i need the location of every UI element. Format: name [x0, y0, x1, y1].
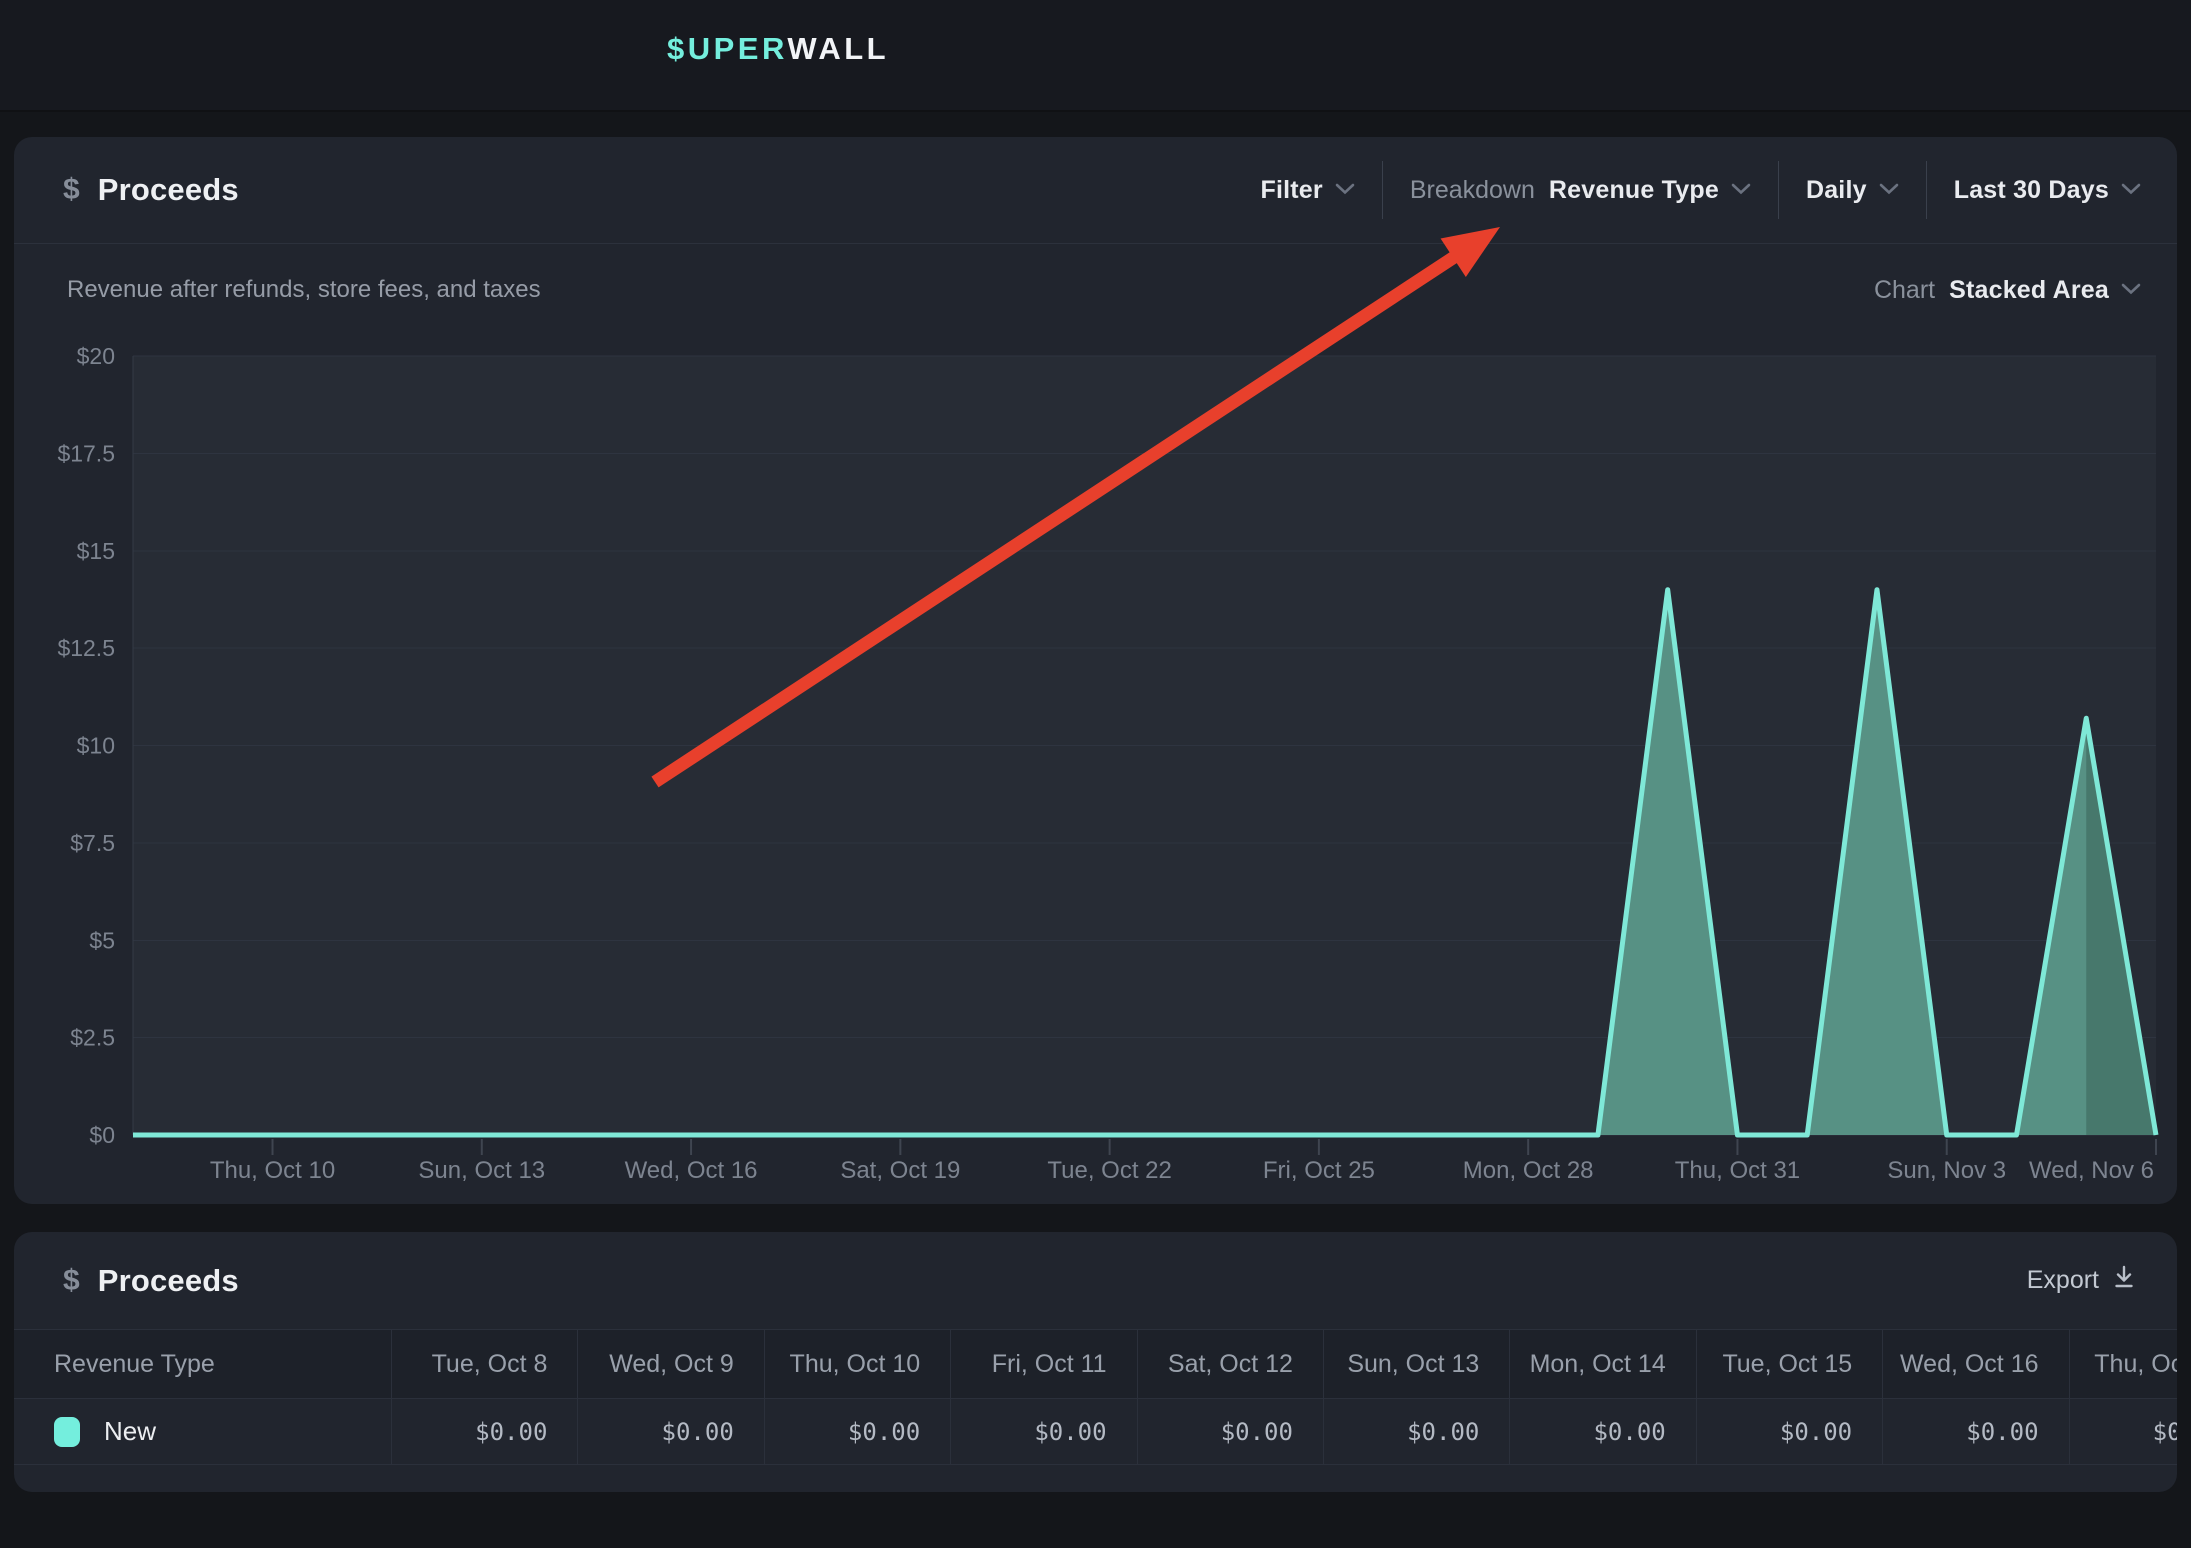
filter-bar-divider: [1778, 161, 1779, 219]
chart-subtitle: Revenue after refunds, store fees, and t…: [67, 276, 541, 304]
column-header-date: Tue, Oct 8: [391, 1330, 577, 1398]
chart-type-value: Stacked Area: [1949, 276, 2109, 305]
filter-bar-divider: [1382, 161, 1383, 219]
svg-text:$17.5: $17.5: [57, 440, 115, 466]
table-card-header: $ Proceeds Export: [14, 1232, 2177, 1329]
value-cell: $0.00: [577, 1399, 763, 1464]
column-header-date: Mon, Oct 14: [1509, 1330, 1695, 1398]
value-cell: $0.00: [1696, 1399, 1882, 1464]
chart-card-header: $ Proceeds Filter Breakdown Revenue Type: [14, 137, 2177, 244]
column-header-date: Sat, Oct 12: [1137, 1330, 1323, 1398]
value-cell: $0.00: [764, 1399, 950, 1464]
chart-area: $20 $17.5 $15 $12.5 $10 $7.5 $5 $2.5 $0 Thu, Oct …: [14, 322, 2177, 1204]
chart-type-label: Chart: [1874, 276, 1935, 305]
export-label: Export: [2027, 1266, 2099, 1295]
breakdown-value: Revenue Type: [1549, 176, 1719, 205]
proceeds-chart-card: $ Proceeds Filter Breakdown Revenue Type: [14, 137, 2177, 1204]
proceeds-table-card: $ Proceeds Export Revenue TypeTue, Oct 8…: [14, 1232, 2177, 1492]
proceeds-table: Revenue TypeTue, Oct 8Wed, Oct 9Thu, Oct…: [14, 1329, 2177, 1465]
value-cell: $0.00: [950, 1399, 1136, 1464]
table-row: New$0.00$0.00$0.00$0.00$0.00$0.00$0.00$0…: [14, 1398, 2177, 1465]
chevron-down-icon: [1731, 183, 1751, 198]
column-header-revenue-type: Revenue Type: [14, 1330, 391, 1398]
column-header-date: Wed, Oct 16: [1882, 1330, 2068, 1398]
chevron-down-icon: [1335, 183, 1355, 198]
value-cell: $0.00: [1137, 1399, 1323, 1464]
chevron-down-icon: [2121, 283, 2141, 298]
proceeds-stacked-area-chart[interactable]: $20 $17.5 $15 $12.5 $10 $7.5 $5 $2.5 $0 Thu, Oct …: [14, 322, 2177, 1204]
svg-text:$20: $20: [77, 343, 115, 369]
breakdown-label: Breakdown: [1410, 176, 1535, 205]
chart-subheader: Revenue after refunds, store fees, and t…: [14, 258, 2177, 322]
value-cell: $0.00: [2069, 1399, 2177, 1464]
table-card-title: Proceeds: [98, 1263, 239, 1299]
table-header-row: Revenue TypeTue, Oct 8Wed, Oct 9Thu, Oct…: [14, 1330, 2177, 1398]
download-icon: [2113, 1265, 2135, 1296]
row-label-cell: New: [14, 1399, 391, 1464]
svg-text:$10: $10: [77, 733, 115, 759]
filter-bar-divider: [1926, 161, 1927, 219]
value-cell: $0.00: [1509, 1399, 1695, 1464]
svg-text:Thu, Oct 31: Thu, Oct 31: [1675, 1157, 1800, 1184]
svg-text:Fri, Oct 25: Fri, Oct 25: [1263, 1157, 1375, 1184]
value-cell: $0.00: [1882, 1399, 2068, 1464]
svg-text:Wed, Nov 6: Wed, Nov 6: [2029, 1157, 2154, 1184]
x-axis-labels: Thu, Oct 10 Sun, Oct 13 Wed, Oct 16 Sat, Oc…: [210, 1139, 2156, 1184]
svg-text:Wed, Oct 16: Wed, Oct 16: [625, 1157, 758, 1184]
superwall-logo[interactable]: $UPERWALL: [667, 31, 889, 67]
chevron-down-icon: [1879, 183, 1899, 198]
svg-text:$0: $0: [89, 1122, 115, 1148]
svg-text:Sun, Oct 13: Sun, Oct 13: [418, 1157, 545, 1184]
logo-text-primary: $UPER: [667, 31, 787, 66]
svg-text:Mon, Oct 28: Mon, Oct 28: [1463, 1157, 1594, 1184]
column-header-date: Thu, Oct 10: [764, 1330, 950, 1398]
svg-text:Thu, Oct 10: Thu, Oct 10: [210, 1157, 335, 1184]
breakdown-dropdown[interactable]: Breakdown Revenue Type: [1410, 176, 1751, 205]
interval-value: Daily: [1806, 176, 1867, 205]
svg-text:Sat, Oct 19: Sat, Oct 19: [840, 1157, 960, 1184]
column-header-date: Sun, Oct 13: [1323, 1330, 1509, 1398]
column-header-date: Fri, Oct 11: [950, 1330, 1136, 1398]
value-cell: $0.00: [391, 1399, 577, 1464]
chevron-down-icon: [2121, 183, 2141, 198]
column-header-date: Wed, Oct 9: [577, 1330, 763, 1398]
svg-text:$2.5: $2.5: [70, 1025, 115, 1051]
svg-text:$15: $15: [77, 538, 115, 564]
chart-type-dropdown[interactable]: Chart Stacked Area: [1874, 276, 2141, 305]
dollar-icon: $: [63, 1264, 80, 1298]
interval-dropdown[interactable]: Daily: [1806, 176, 1899, 205]
filter-dropdown[interactable]: Filter: [1260, 176, 1354, 205]
top-navbar: $UPERWALL: [0, 0, 2191, 112]
dollar-icon: $: [63, 173, 80, 207]
export-button[interactable]: Export: [2021, 1264, 2141, 1297]
column-header-date: Thu, Oct 17: [2069, 1330, 2177, 1398]
svg-text:$7.5: $7.5: [70, 830, 115, 856]
svg-text:$12.5: $12.5: [57, 635, 115, 661]
row-label: New: [104, 1416, 156, 1447]
date-range-value: Last 30 Days: [1954, 176, 2109, 205]
svg-text:Tue, Oct 22: Tue, Oct 22: [1047, 1157, 1172, 1184]
logo-text-secondary: WALL: [787, 31, 889, 66]
chart-card-title: Proceeds: [98, 172, 239, 208]
chart-filter-bar: Filter Breakdown Revenue Type Daily: [1260, 161, 2141, 219]
y-axis-labels: $20 $17.5 $15 $12.5 $10 $7.5 $5 $2.5 $0: [57, 343, 115, 1148]
value-cell: $0.00: [1323, 1399, 1509, 1464]
filter-dropdown-label: Filter: [1260, 176, 1322, 205]
date-range-dropdown[interactable]: Last 30 Days: [1954, 176, 2141, 205]
column-header-date: Tue, Oct 15: [1696, 1330, 1882, 1398]
series-swatch: [54, 1417, 80, 1447]
svg-text:Sun, Nov 3: Sun, Nov 3: [1887, 1157, 2006, 1184]
page: $UPERWALL $ Proceeds Filter Breakdown Re…: [0, 0, 2191, 1548]
svg-text:$5: $5: [89, 927, 115, 953]
